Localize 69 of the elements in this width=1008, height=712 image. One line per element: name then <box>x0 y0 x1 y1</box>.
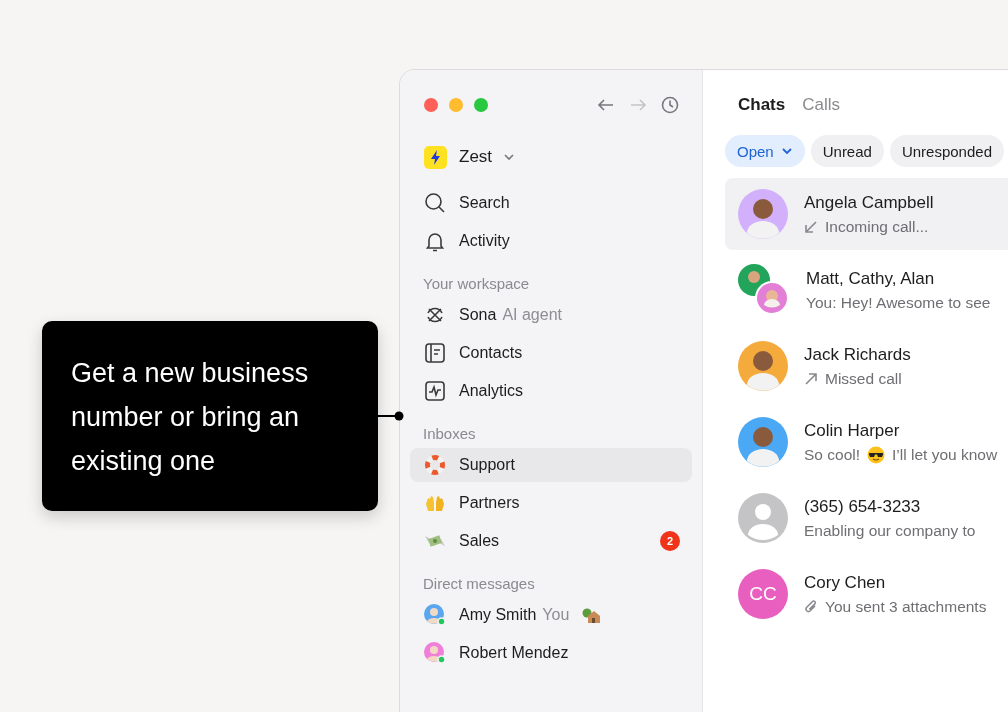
item-label: Amy Smith <box>459 606 537 624</box>
history-icon[interactable] <box>661 96 679 114</box>
sidebar-item[interactable]: Sales 2 <box>410 524 692 558</box>
sidebar-item[interactable]: Partners <box>410 486 692 520</box>
chat-row[interactable]: (365) 654-3233 Enabling our company to <box>725 482 1008 554</box>
sidebar-item[interactable]: Contacts <box>410 336 692 370</box>
sidebar-item[interactable]: Amy Smith You <box>410 598 692 632</box>
sidebar-item[interactable]: Sona AI agent <box>410 298 692 332</box>
contact-name: Cory Chen <box>804 572 887 593</box>
message-preview: I’ll let you know <box>892 445 998 464</box>
contact-name: Jack Richards <box>804 344 911 365</box>
sidebar-item[interactable]: Robert Mendez <box>410 636 692 670</box>
sunglasses-face-icon <box>867 445 885 464</box>
item-label: Contacts <box>459 344 523 362</box>
chart-icon <box>424 380 446 402</box>
chat-row[interactable]: Angela Campbell Incoming call... <box>725 178 1008 250</box>
item-label: Support <box>459 456 516 474</box>
arrow-up-right-icon <box>804 371 818 386</box>
message-preview: Missed call <box>825 369 902 388</box>
avatar: CC <box>738 569 788 619</box>
paperclip-icon <box>804 598 818 615</box>
house-icon <box>582 607 601 623</box>
connector-line <box>378 411 404 421</box>
chevron-down-icon[interactable] <box>503 153 516 161</box>
item-label: Partners <box>459 494 520 512</box>
message-preview: So cool! <box>804 445 860 464</box>
tooltip: Get a new business number or bring an existing one <box>42 321 378 511</box>
zoom-button[interactable] <box>474 98 488 112</box>
unread-count: 2 <box>660 531 680 551</box>
chat-row[interactable]: Matt, Cathy, Alan You: Hey! Awesome to see <box>725 254 1008 326</box>
contact-name: Matt, Cathy, Alan <box>806 268 936 289</box>
contact-name: Colin Harper <box>804 420 901 441</box>
message-preview: You: Hey! Awesome to see <box>806 293 991 312</box>
filter-chip[interactable]: Open <box>725 135 805 167</box>
message-preview: Enabling our company to <box>804 521 976 540</box>
section-heading: Inboxes <box>422 423 477 444</box>
section-heading: Your workspace <box>422 273 531 294</box>
item-label: Robert Mendez <box>459 644 569 662</box>
item-note: AI agent <box>502 306 562 324</box>
lifebuoy-icon <box>424 454 446 476</box>
sidebar-item[interactable]: Search <box>410 186 692 220</box>
item-label: Sales <box>459 532 500 550</box>
item-note: You <box>542 606 570 624</box>
contacts-book-icon <box>424 342 446 364</box>
item-label: Sona <box>459 306 497 324</box>
message-preview: Incoming call... <box>825 217 929 236</box>
tab[interactable]: Chats <box>738 95 786 115</box>
tab[interactable]: Calls <box>802 95 841 115</box>
minimize-button[interactable] <box>449 98 463 112</box>
item-label: Analytics <box>459 382 524 400</box>
sidebar-item[interactable]: Support <box>410 448 692 482</box>
back-arrow-icon[interactable] <box>597 98 615 112</box>
chat-row[interactable]: Colin Harper So cool! I’ll let you know <box>725 406 1008 478</box>
bell-icon <box>424 230 446 252</box>
message-preview: You sent 3 attachments <box>825 597 987 616</box>
sidebar-item[interactable]: Analytics <box>410 374 692 408</box>
close-button[interactable] <box>424 98 438 112</box>
contact-name: Angela Campbell <box>804 192 934 213</box>
contact-name: (365) 654-3233 <box>804 496 922 517</box>
chat-row[interactable]: CC Cory Chen You sent 3 attachments <box>725 558 1008 630</box>
bolt-logo-icon <box>424 145 447 169</box>
workspace-switcher[interactable]: Zest <box>459 147 493 167</box>
section-heading: Direct messages <box>422 573 536 594</box>
arrow-down-left-icon <box>804 219 818 234</box>
filter-chip[interactable]: Unread <box>810 135 884 167</box>
sidebar-item[interactable]: Activity <box>410 224 692 258</box>
chat-row[interactable]: Jack Richards Missed call <box>725 330 1008 402</box>
filter-chip[interactable]: Unresponded <box>889 135 1004 167</box>
search-icon <box>424 192 446 214</box>
